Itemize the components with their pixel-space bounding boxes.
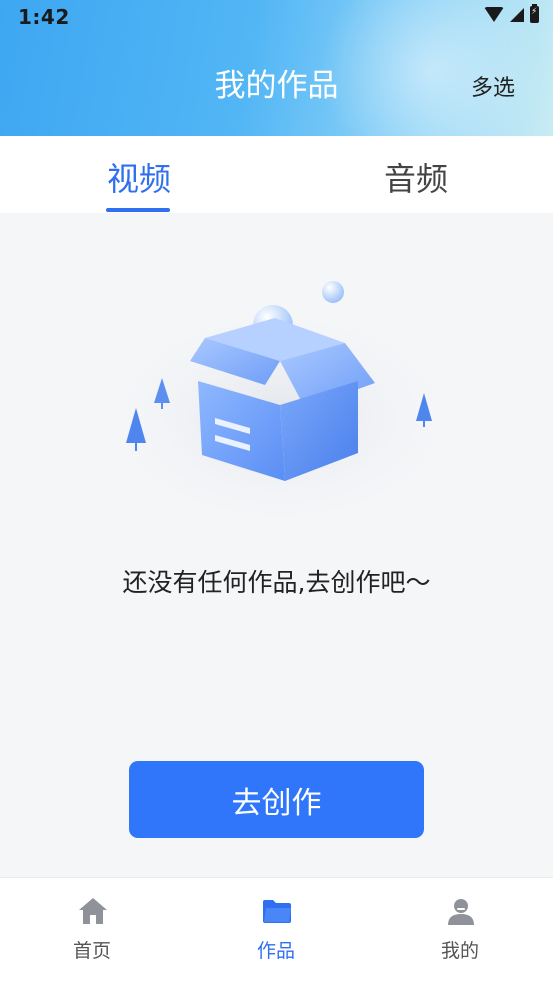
active-tab-indicator: [106, 208, 170, 212]
empty-state: 还没有任何作品,去创作吧～ 去创作: [0, 213, 553, 877]
nav-label-works: 作品: [256, 940, 295, 962]
empty-message: 还没有任何作品,去创作吧～: [122, 568, 431, 597]
wifi-icon: [484, 7, 504, 22]
nav-label-home: 首页: [72, 940, 111, 962]
battery-icon: [530, 4, 539, 23]
nav-item-mine[interactable]: 我的: [368, 878, 552, 984]
empty-box-illustration: [90, 281, 470, 538]
tab-audio[interactable]: 音频: [384, 154, 448, 200]
multi-select-button[interactable]: 多选: [471, 70, 515, 102]
tab-bar: 视频 音频: [0, 136, 553, 213]
bottom-nav: 首页 作品 我的: [0, 877, 553, 984]
status-bar: 1:42: [0, 0, 553, 34]
user-icon: [448, 899, 474, 925]
tab-video[interactable]: 视频: [107, 154, 171, 200]
nav-item-works[interactable]: 作品: [184, 878, 368, 984]
folder-icon: [263, 900, 291, 923]
nav-item-home[interactable]: 首页: [0, 878, 184, 984]
signal-icon: [510, 7, 524, 22]
status-time: 1:42: [18, 5, 70, 29]
status-icons: [484, 4, 539, 23]
home-icon: [79, 898, 107, 924]
create-button[interactable]: 去创作: [129, 761, 424, 838]
nav-label-mine: 我的: [440, 940, 479, 962]
